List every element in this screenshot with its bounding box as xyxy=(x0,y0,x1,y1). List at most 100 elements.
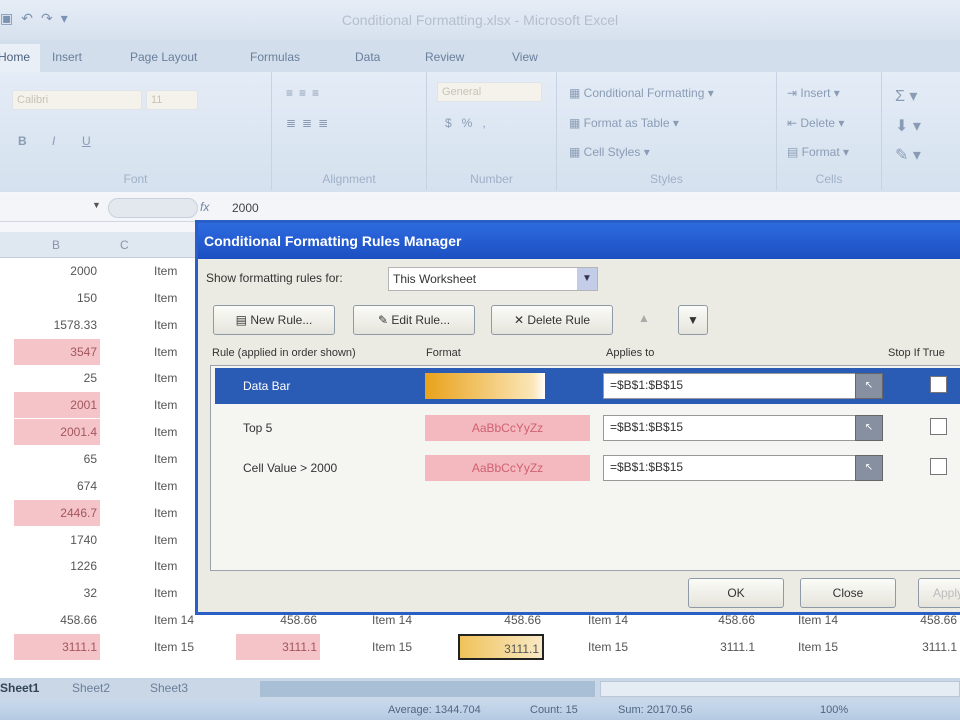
cell-d12[interactable]: Item xyxy=(154,553,194,579)
horizontal-scrollbar[interactable] xyxy=(600,681,960,697)
formula-controls[interactable] xyxy=(108,198,198,218)
italic-button[interactable]: I xyxy=(52,134,55,148)
cell-d10[interactable]: Item xyxy=(154,500,194,526)
cell-d9[interactable]: Item xyxy=(154,473,194,499)
cell-d4[interactable]: Item xyxy=(154,339,194,365)
range-select-icon[interactable]: ↖ xyxy=(855,455,883,481)
number-format-box[interactable]: General xyxy=(437,82,542,102)
fx-icon[interactable]: fx xyxy=(200,200,209,214)
cell-b15[interactable]: 3111.1 xyxy=(14,633,100,660)
currency-percent-icons[interactable]: $%, xyxy=(445,116,496,130)
applies-to-input[interactable]: =$B$1:$B$15 xyxy=(603,455,873,481)
justify-icons[interactable]: ≣≣≣ xyxy=(286,116,334,130)
align-icons[interactable]: ≡≡≡ xyxy=(286,86,325,100)
tab-formulas[interactable]: Formulas xyxy=(250,50,300,64)
cell-b7[interactable]: 2001.4 xyxy=(14,419,100,446)
ok-button[interactable]: OK xyxy=(688,578,784,608)
cell-d11[interactable]: Item xyxy=(154,527,194,553)
fill-icon[interactable]: ⬇ ▾ xyxy=(895,116,921,136)
rule-row[interactable]: Cell Value > 2000 AaBbCcYyZz =$B$1:$B$15… xyxy=(215,450,960,486)
format-preview: AaBbCcYyZz xyxy=(425,455,590,481)
stop-if-true-checkbox[interactable] xyxy=(930,376,947,393)
autosum-icon[interactable]: Σ ▾ xyxy=(895,86,917,106)
cell-b12[interactable]: 1226 xyxy=(14,553,100,579)
range-select-icon[interactable]: ↖ xyxy=(855,415,883,441)
cell-b11[interactable]: 1740 xyxy=(14,527,100,553)
styles-group: ▦ Conditional Formatting ▾ ▦ Format as T… xyxy=(557,72,777,190)
header-stop-if-true: Stop If True xyxy=(888,347,945,359)
cell-d5[interactable]: Item xyxy=(154,365,194,391)
cell-row15-2[interactable]: 3111.1 xyxy=(236,633,320,660)
cell-row15-3[interactable]: Item 15 xyxy=(372,634,452,660)
cell-row15-4[interactable]: 3111.1 xyxy=(458,633,544,660)
cell-b6[interactable]: 2001 xyxy=(14,392,100,419)
tab-home[interactable]: Home xyxy=(0,44,41,74)
cell-d3[interactable]: Item xyxy=(154,312,194,338)
rule-row[interactable]: Top 5 AaBbCcYyZz =$B$1:$B$15 ↖ xyxy=(215,410,960,446)
applies-to-input[interactable]: =$B$1:$B$15 xyxy=(603,373,873,399)
show-rules-select[interactable]: This Worksheet ▼ xyxy=(388,267,598,291)
stop-if-true-checkbox[interactable] xyxy=(930,418,947,435)
rule-row[interactable]: Data Bar =$B$1:$B$15 ↖ xyxy=(215,368,960,404)
cell-b2[interactable]: 150 xyxy=(14,285,100,311)
cell-row15-8[interactable]: 3111.1 xyxy=(900,634,960,660)
font-size-box[interactable]: 11 xyxy=(146,90,198,110)
tab-insert[interactable]: Insert xyxy=(52,50,82,64)
font-name-box[interactable]: Calibri xyxy=(12,90,142,110)
tab-review[interactable]: Review xyxy=(425,50,464,64)
insert-cells-button[interactable]: ⇥ Insert ▾ xyxy=(787,86,840,100)
move-down-button[interactable]: ▼ xyxy=(678,305,708,335)
cell-row15-5[interactable]: Item 15 xyxy=(588,634,668,660)
bold-button[interactable]: B xyxy=(18,134,27,148)
cell-d13[interactable]: Item xyxy=(154,580,194,606)
format-cells-button[interactable]: ▤ Format ▾ xyxy=(787,145,849,159)
sheet-tab-2[interactable]: Sheet2 xyxy=(72,681,110,695)
cell-b4[interactable]: 3547 xyxy=(14,338,100,365)
delete-rule-button[interactable]: ✕ Delete Rule xyxy=(491,305,613,335)
title-bar: ▣↶↷▾ Conditional Formatting.xlsx - Micro… xyxy=(0,0,960,40)
move-up-icon[interactable]: ▲ xyxy=(638,311,650,325)
cell-row15-7[interactable]: Item 15 xyxy=(798,634,878,660)
format-as-table-button[interactable]: ▦ Format as Table ▾ xyxy=(569,116,679,130)
sheet-tab-1[interactable]: Sheet1 xyxy=(0,681,39,695)
stop-if-true-checkbox[interactable] xyxy=(930,458,947,475)
column-header-c[interactable]: C xyxy=(120,238,129,252)
cell-d8[interactable]: Item xyxy=(154,446,194,472)
edit-rule-button[interactable]: ✎ Edit Rule... xyxy=(353,305,475,335)
name-box-dropdown-icon[interactable]: ▼ xyxy=(92,200,101,210)
cell-row15-6[interactable]: 3111.1 xyxy=(672,634,758,660)
column-header-b[interactable]: B xyxy=(52,238,60,252)
cell-b1[interactable]: 2000 xyxy=(14,258,100,284)
cell-b13[interactable]: 32 xyxy=(14,580,100,606)
apply-button[interactable]: Apply xyxy=(918,578,960,608)
cell-row15-1[interactable]: Item 15 xyxy=(154,634,234,660)
tab-page-layout[interactable]: Page Layout xyxy=(130,50,197,64)
rule-name: Cell Value > 2000 xyxy=(243,461,338,475)
cell-b9[interactable]: 674 xyxy=(14,473,100,499)
cell-b10[interactable]: 2446.7 xyxy=(14,499,100,526)
close-button[interactable]: Close xyxy=(800,578,896,608)
cell-d6[interactable]: Item xyxy=(154,392,194,418)
delete-cells-button[interactable]: ⇤ Delete ▾ xyxy=(787,116,844,130)
clear-icon[interactable]: ✎ ▾ xyxy=(895,145,921,165)
cell-b3[interactable]: 1578.33 xyxy=(14,312,100,338)
tab-data[interactable]: Data xyxy=(355,50,380,64)
new-rule-button[interactable]: ▤ New Rule... xyxy=(213,305,335,335)
horizontal-scroll-track[interactable] xyxy=(260,681,595,697)
formula-input[interactable]: 2000 xyxy=(232,201,259,215)
applies-to-input[interactable]: =$B$1:$B$15 xyxy=(603,415,873,441)
cell-d7[interactable]: Item xyxy=(154,419,194,445)
cell-d2[interactable]: Item xyxy=(154,285,194,311)
cell-b14[interactable]: 458.66 xyxy=(14,607,100,633)
underline-button[interactable]: U xyxy=(82,134,91,148)
zoom-level[interactable]: 100% xyxy=(820,704,848,716)
range-select-icon[interactable]: ↖ xyxy=(855,373,883,399)
sheet-tab-3[interactable]: Sheet3 xyxy=(150,681,188,695)
conditional-formatting-button[interactable]: ▦ Conditional Formatting ▾ xyxy=(569,86,714,100)
tab-view[interactable]: View xyxy=(512,50,538,64)
cell-b5[interactable]: 25 xyxy=(14,365,100,391)
chevron-down-icon[interactable]: ▼ xyxy=(577,268,597,290)
cell-styles-button[interactable]: ▦ Cell Styles ▾ xyxy=(569,145,650,159)
cell-d1[interactable]: Item xyxy=(154,258,194,284)
cell-b8[interactable]: 65 xyxy=(14,446,100,472)
